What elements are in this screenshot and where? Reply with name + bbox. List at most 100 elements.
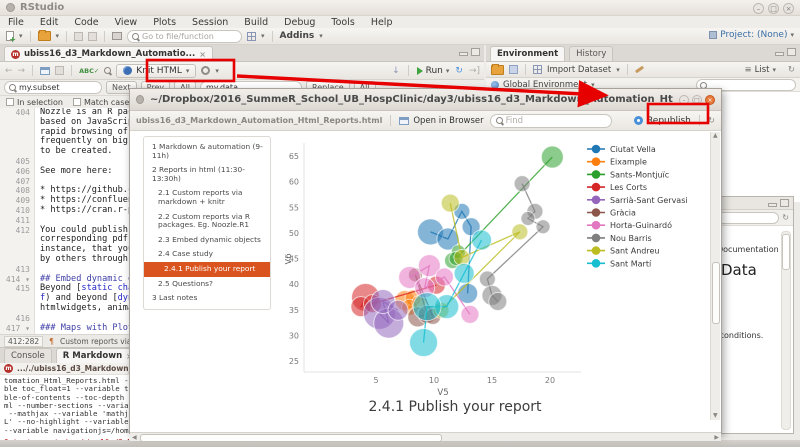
source-tab[interactable]: m ubiss16_d3_Markdown_Automatio... × xyxy=(4,46,213,61)
preview-titlebar[interactable]: ~/Dropbox/2016_SummeR_School_UB_HospClin… xyxy=(130,89,721,111)
minimize-pane-icon[interactable] xyxy=(775,52,784,56)
toc-item[interactable]: 2.3 Embed dynamic objects xyxy=(144,233,270,248)
line-number xyxy=(0,304,34,314)
menu-item-build[interactable]: Build xyxy=(244,17,268,28)
environment-tabbar: Environment History xyxy=(486,45,800,62)
in-selection-checkbox[interactable] xyxy=(6,98,14,106)
refresh-icon[interactable]: ↻ xyxy=(782,213,789,222)
run-button[interactable]: Run▾ xyxy=(417,66,450,76)
app-icon xyxy=(6,3,15,12)
line-number: 412 xyxy=(0,226,34,236)
help-scrollbar[interactable] xyxy=(781,231,791,430)
load-workspace-icon[interactable] xyxy=(491,65,504,75)
publish-icon xyxy=(634,116,643,125)
project-selector[interactable]: Project: (None)▾ xyxy=(709,30,794,40)
tab-close-icon[interactable]: × xyxy=(199,50,206,59)
menu-item-plots[interactable]: Plots xyxy=(153,17,176,28)
close-icon[interactable]: × xyxy=(783,3,794,14)
svg-text:65: 65 xyxy=(289,152,299,161)
window-icon xyxy=(136,95,144,104)
minimize-pane-icon[interactable] xyxy=(768,203,777,207)
knit-html-button[interactable]: Knit HTML ▾ xyxy=(116,64,196,78)
minimize-pane-icon[interactable] xyxy=(459,52,468,56)
toc-item[interactable]: 2.4 Case study xyxy=(144,247,270,262)
menu-item-session[interactable]: Session xyxy=(192,17,228,28)
line-number xyxy=(0,137,34,147)
preview-vertical-scrollbar[interactable]: ▲ ▼ xyxy=(710,132,720,420)
toc-item[interactable]: 2.1 Custom reports via markdown + knitr xyxy=(144,186,270,209)
refresh-icon[interactable]: ↻ xyxy=(788,65,795,75)
goto-file-input[interactable]: Go to file/function xyxy=(127,30,242,43)
menu-item-view[interactable]: View xyxy=(115,17,138,28)
toc-item[interactable]: 2.4.1 Publish your report xyxy=(144,262,270,277)
toc-item[interactable]: 3 Last notes xyxy=(144,291,270,306)
menu-item-file[interactable]: File xyxy=(8,17,24,28)
editor-save-icon[interactable] xyxy=(55,66,64,75)
open-file-dropdown[interactable]: ▾ xyxy=(56,32,60,40)
popout-icon[interactable] xyxy=(40,67,50,75)
maximize-pane-icon[interactable] xyxy=(787,48,796,56)
preview-file-label: ubiss16_d3_Markdown_Automation_Html_Repo… xyxy=(136,116,382,125)
close-icon[interactable]: × xyxy=(705,95,715,105)
import-dataset-button[interactable]: Import Dataset xyxy=(547,65,611,75)
tab-environment[interactable]: Environment xyxy=(490,46,565,61)
minimize-icon[interactable]: – xyxy=(753,3,764,14)
gear-icon[interactable] xyxy=(201,66,210,75)
menu-item-edit[interactable]: Edit xyxy=(40,17,58,28)
menu-item-help[interactable]: Help xyxy=(371,17,393,28)
menu-item-code[interactable]: Code xyxy=(74,17,98,28)
toc-item[interactable]: 1 Markdown & automation (9-11h) xyxy=(144,140,270,163)
menu-item-debug[interactable]: Debug xyxy=(284,17,315,28)
help-doc-link[interactable]: Documentation xyxy=(717,245,779,254)
new-file-icon[interactable] xyxy=(6,31,14,41)
maximize-icon[interactable]: □ xyxy=(692,95,702,105)
menu-item-tools[interactable]: Tools xyxy=(331,17,354,28)
rerun-icon[interactable]: ↻ xyxy=(455,66,463,76)
preview-horizontal-scrollbar[interactable]: ◀ ▶ xyxy=(130,432,721,441)
print-icon[interactable] xyxy=(112,32,122,40)
bubble-chart: 5101520253035404550556065V5V6Ciutat Vell… xyxy=(285,133,717,401)
new-file-dropdown[interactable]: ▾ xyxy=(19,32,23,40)
panes-dropdown[interactable]: ▾ xyxy=(261,32,265,40)
tab-rmarkdown[interactable]: R Markdown× xyxy=(56,348,140,363)
svg-text:60: 60 xyxy=(289,178,299,187)
save-all-icon[interactable] xyxy=(88,32,97,41)
republish-button[interactable]: Republish xyxy=(634,116,691,126)
refresh-icon[interactable]: ↻ xyxy=(708,116,715,126)
list-view-button[interactable]: List xyxy=(755,65,770,75)
workspace-panes-icon[interactable] xyxy=(247,32,256,41)
open-in-browser-button[interactable]: Open in Browser xyxy=(399,116,483,126)
toc-item[interactable]: 2.5 Questions? xyxy=(144,277,270,292)
back-icon[interactable]: ← xyxy=(5,66,13,76)
preview-find-input[interactable]: Find xyxy=(490,114,612,128)
maximize-icon[interactable]: □ xyxy=(768,3,779,14)
svg-text:25: 25 xyxy=(289,357,299,366)
addins-button[interactable]: Addins xyxy=(280,31,315,41)
tab-history[interactable]: History xyxy=(569,46,613,61)
help-search-input[interactable] xyxy=(715,212,779,224)
tab-console[interactable]: Console xyxy=(4,348,52,363)
search-icon xyxy=(496,117,503,124)
go-to-section-icon[interactable]: ↓ xyxy=(392,66,400,76)
line-number: 416 xyxy=(0,314,34,324)
minimize-icon[interactable]: – xyxy=(679,95,689,105)
svg-text:Eixample: Eixample xyxy=(610,158,647,167)
save-icon[interactable] xyxy=(74,32,83,41)
maximize-pane-icon[interactable] xyxy=(780,199,789,207)
clear-workspace-icon[interactable] xyxy=(635,66,644,74)
save-workspace-icon[interactable] xyxy=(509,65,518,74)
spellcheck-icon[interactable]: ABC✓ xyxy=(79,67,99,75)
maximize-pane-icon[interactable] xyxy=(471,48,480,56)
open-file-icon[interactable] xyxy=(38,31,51,41)
import-dataset-icon[interactable] xyxy=(533,65,542,74)
project-icon xyxy=(709,31,717,39)
find-input[interactable]: my.subset xyxy=(4,81,102,94)
toc-item[interactable]: 2.2 Custom reports via R packages. Eg. N… xyxy=(144,210,270,233)
source-icon[interactable]: →] xyxy=(469,66,480,76)
forward-icon[interactable]: → xyxy=(18,66,26,76)
find-replace-icon[interactable] xyxy=(104,67,111,74)
toc-item[interactable]: 2 Reports in html (11:30-13:30h) xyxy=(144,163,270,186)
match-case-checkbox[interactable] xyxy=(73,98,81,106)
svg-text:50: 50 xyxy=(289,229,299,238)
line-number xyxy=(0,294,34,304)
